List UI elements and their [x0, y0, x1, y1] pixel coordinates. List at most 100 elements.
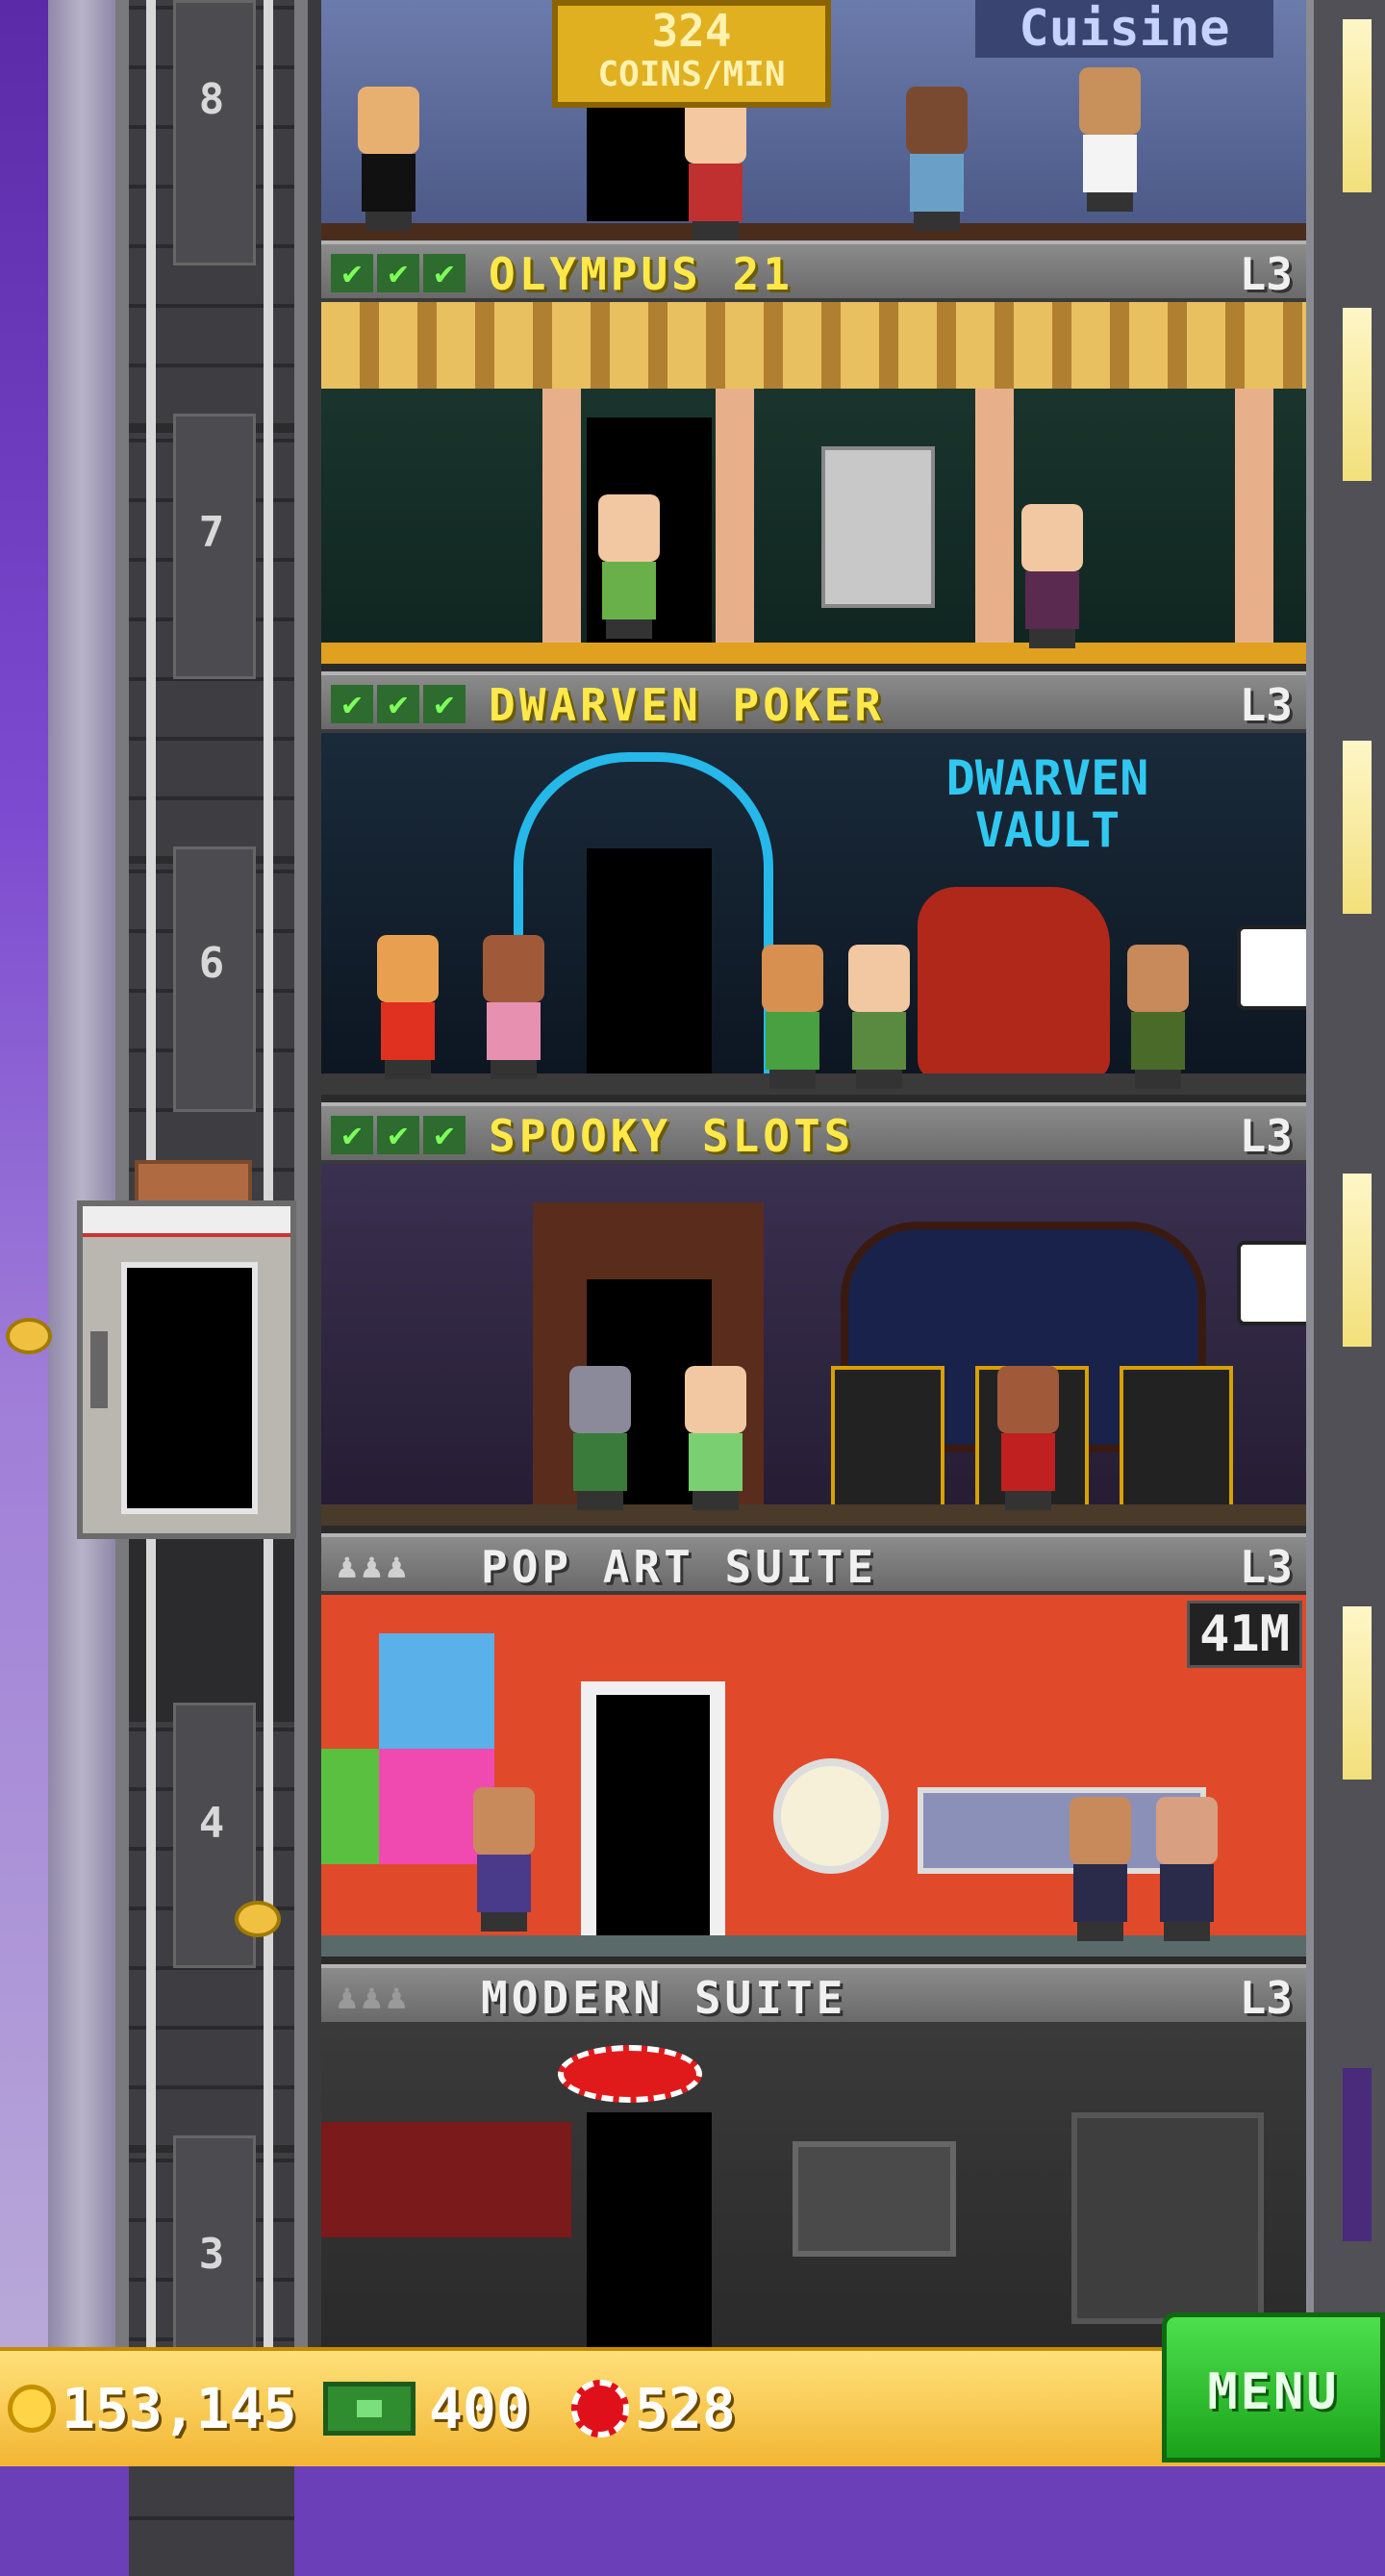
room-level: L3: [1239, 1541, 1293, 1593]
bitizen[interactable]: [1120, 945, 1196, 1089]
floor-number-6: 6: [198, 939, 225, 988]
bitizen[interactable]: [350, 87, 427, 231]
building-edge: [48, 0, 121, 2347]
floor-strip: [321, 1504, 1306, 1526]
elevator-control-panel: [90, 1331, 108, 1408]
occupancy-icons: ♟♟♟: [337, 1978, 412, 2017]
bitizen[interactable]: [475, 935, 552, 1079]
bookshelf: [1071, 2112, 1264, 2324]
room-spooky-slots[interactable]: ✔ ✔ ✔ SPOOKY SLOTS L3: [321, 1102, 1316, 1526]
bitizen[interactable]: [591, 494, 667, 639]
coins-per-min-value: 324: [651, 5, 732, 57]
floor-strip: [321, 643, 1306, 664]
pop-art-painting: [379, 1633, 494, 1749]
check-icon: ✔: [423, 1116, 466, 1154]
room-modern-suite[interactable]: ♟♟♟ MODERN SUITE L3: [321, 1964, 1306, 2347]
pop-art-painting: [321, 1749, 379, 1864]
column: [542, 389, 581, 648]
elevator-car[interactable]: [77, 1200, 296, 1539]
room-interior: [321, 302, 1306, 664]
room-level: L3: [1239, 679, 1293, 731]
occupancy-icons: ♟♟♟: [337, 1547, 412, 1586]
coins-per-min-badge[interactable]: 324 COINS/MIN: [552, 0, 831, 108]
room-level: L3: [1239, 248, 1293, 300]
window-dark: [1343, 2068, 1372, 2241]
room-name: SPOOKY SLOTS: [489, 1110, 855, 1162]
window-light: [1343, 1174, 1372, 1347]
bux-stat[interactable]: 400: [323, 2370, 530, 2447]
room-olympus-21[interactable]: ✔ ✔ ✔ OLYMPUS 21 L3: [321, 240, 1306, 664]
room-header[interactable]: ♟♟♟ MODERN SUITE L3: [321, 1964, 1306, 2026]
bux-value: 400: [429, 2376, 530, 2441]
bitizen[interactable]: [1062, 1797, 1139, 1941]
casino-chip-icon: [571, 2380, 629, 2437]
stock-checks: ✔ ✔ ✔: [331, 1116, 466, 1154]
floor-number-7: 7: [198, 508, 225, 557]
egg-chair: [773, 1758, 889, 1874]
chef-bitizen[interactable]: [1071, 67, 1148, 212]
floor-number-3: 3: [198, 2230, 225, 2279]
room-pop-art-suite[interactable]: ♟♟♟ POP ART SUITE L3 41M: [321, 1533, 1306, 1957]
room-name: OLYMPUS 21: [489, 248, 793, 300]
casino-chip-sign: [558, 2045, 702, 2103]
column: [716, 389, 754, 648]
check-icon: ✔: [331, 1116, 373, 1154]
bitizen[interactable]: [898, 87, 975, 231]
check-icon: ✔: [423, 685, 466, 723]
coins-per-min-unit: COINS/MIN: [597, 55, 786, 94]
bitizen[interactable]: [677, 1366, 754, 1510]
window-light: [1343, 741, 1372, 914]
rent-income-tag[interactable]: 41M: [1187, 1601, 1302, 1668]
bitizen[interactable]: [1014, 504, 1091, 648]
column: [1235, 389, 1273, 648]
room-header[interactable]: ✔ ✔ ✔ DWARVEN POKER L3: [321, 671, 1306, 733]
room-dwarven-poker[interactable]: ✔ ✔ ✔ DWARVEN POKER L3 DWARVEN VAULT: [321, 671, 1316, 1095]
check-icon: ✔: [377, 254, 419, 292]
room-header[interactable]: ✔ ✔ ✔ SPOOKY SLOTS L3: [321, 1102, 1306, 1164]
room-header[interactable]: ♟♟♟ POP ART SUITE L3: [321, 1533, 1306, 1595]
window-light: [1343, 19, 1372, 192]
room-level: L3: [1239, 1972, 1293, 2024]
stock-checks: ✔ ✔ ✔: [331, 685, 466, 723]
coins-value: 153,145: [62, 2376, 297, 2441]
floor-number-4: 4: [198, 1799, 225, 1848]
bitizen[interactable]: [466, 1787, 542, 1932]
dwarf-bitizen[interactable]: [369, 935, 446, 1079]
floor-strip: [321, 223, 1306, 240]
speech-bubble[interactable]: [1237, 925, 1316, 1010]
sign-line-1: DWARVEN: [945, 750, 1149, 806]
bitizen[interactable]: [990, 1366, 1067, 1510]
floating-coin-icon[interactable]: [235, 1901, 281, 1937]
check-icon: ✔: [331, 254, 373, 292]
bitizen[interactable]: [677, 96, 754, 240]
chips-stat[interactable]: 528: [571, 2370, 736, 2447]
room-door: [587, 848, 712, 1079]
dragon: [918, 887, 1110, 1079]
room-interior: [321, 2026, 1306, 2347]
stock-checks: ✔ ✔ ✔: [331, 254, 466, 292]
restaurant-sign: Cuisine: [975, 0, 1273, 58]
tower: Cuisine ✔ ✔ ✔ OLYMPUS 21 L3 ✔ ✔ ✔ DWARVE…: [321, 0, 1316, 2347]
dwarf-bitizen[interactable]: [754, 945, 831, 1089]
menu-button[interactable]: MENU: [1162, 2312, 1385, 2462]
room-name: MODERN SUITE: [481, 1972, 847, 2024]
floating-coin-icon[interactable]: [6, 1318, 52, 1354]
building-exterior-right: [1306, 0, 1385, 2347]
bitizen[interactable]: [1148, 1797, 1225, 1941]
statue: [821, 446, 935, 608]
speech-bubble[interactable]: [1237, 1241, 1316, 1326]
slot-machine: [831, 1366, 944, 1518]
bitizen[interactable]: [841, 945, 918, 1089]
check-icon: ✔: [377, 1116, 419, 1154]
room-interior: [321, 1164, 1316, 1526]
room-header[interactable]: ✔ ✔ ✔ OLYMPUS 21 L3: [321, 240, 1306, 302]
room-door: [587, 2112, 712, 2347]
room-door: [596, 1695, 710, 1937]
coin-icon: [8, 2385, 56, 2433]
zombie-bitizen[interactable]: [562, 1366, 639, 1510]
bux-icon: [323, 2382, 416, 2436]
coins-stat[interactable]: 153,145: [8, 2370, 296, 2447]
check-icon: ✔: [423, 254, 466, 292]
window-light: [1343, 308, 1372, 481]
elevator-cable: [264, 0, 273, 2347]
